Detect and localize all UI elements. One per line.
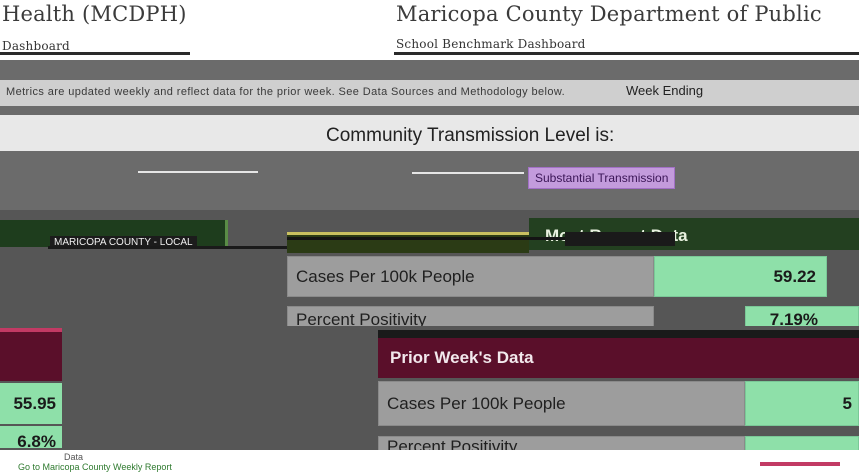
row-label: Percent Positivity (287, 306, 654, 326)
table-row: Percent Positivity 7.19% (287, 298, 859, 326)
overlay-bar (378, 330, 859, 338)
row-value: 59.22 (654, 256, 827, 297)
window-titlebar (48, 246, 288, 249)
row-value: 7.19% (745, 306, 859, 326)
footer-accent (760, 462, 840, 466)
header-divider-left (0, 52, 190, 55)
row-label: Cases Per 100k People (287, 256, 654, 297)
left-table-cell: 55.95 (0, 383, 62, 424)
prior-table-header: Prior Week's Data (378, 338, 859, 378)
row-value (745, 436, 859, 450)
table-row: Percent Positivity (378, 428, 859, 450)
cell-value: 6.8% (17, 432, 56, 448)
ticker-text: Metrics are updated weekly and reflect d… (6, 86, 566, 98)
header-right-subtitle: School Benchmark Dashboard (396, 37, 586, 51)
table-row: Cases Per 100k People 5 (378, 381, 859, 426)
current-table-header-left (287, 232, 529, 253)
left-table-header (0, 328, 62, 381)
transmission-level-badge: Substantial Transmission (528, 167, 676, 189)
row-value: 5 (745, 381, 859, 426)
divider-line (138, 171, 258, 173)
transmission-question: Community Transmission Level is: (326, 125, 615, 146)
header-left-title: Health (MCDPH) (2, 2, 187, 26)
weekly-report-link[interactable]: Go to Maricopa County Weekly Report (18, 462, 172, 472)
divider-line (412, 172, 524, 174)
header-right-title: Maricopa County Department of Public (396, 2, 822, 26)
cell-value: 55.95 (13, 394, 56, 413)
header-left-subtitle: Dashboard (2, 39, 70, 53)
week-ending-label: Week Ending (626, 83, 704, 98)
overlay-bar (565, 232, 675, 246)
table-row: Cases Per 100k People 59.22 (287, 256, 827, 297)
row-label: Percent Positivity (378, 436, 745, 450)
left-table-cell: 6.8% (0, 426, 62, 448)
prior-table-title: Prior Week's Data (390, 348, 534, 367)
footer-small-text: Data (64, 452, 84, 462)
row-label: Cases Per 100k People (378, 381, 745, 426)
header-divider-right (394, 52, 859, 55)
